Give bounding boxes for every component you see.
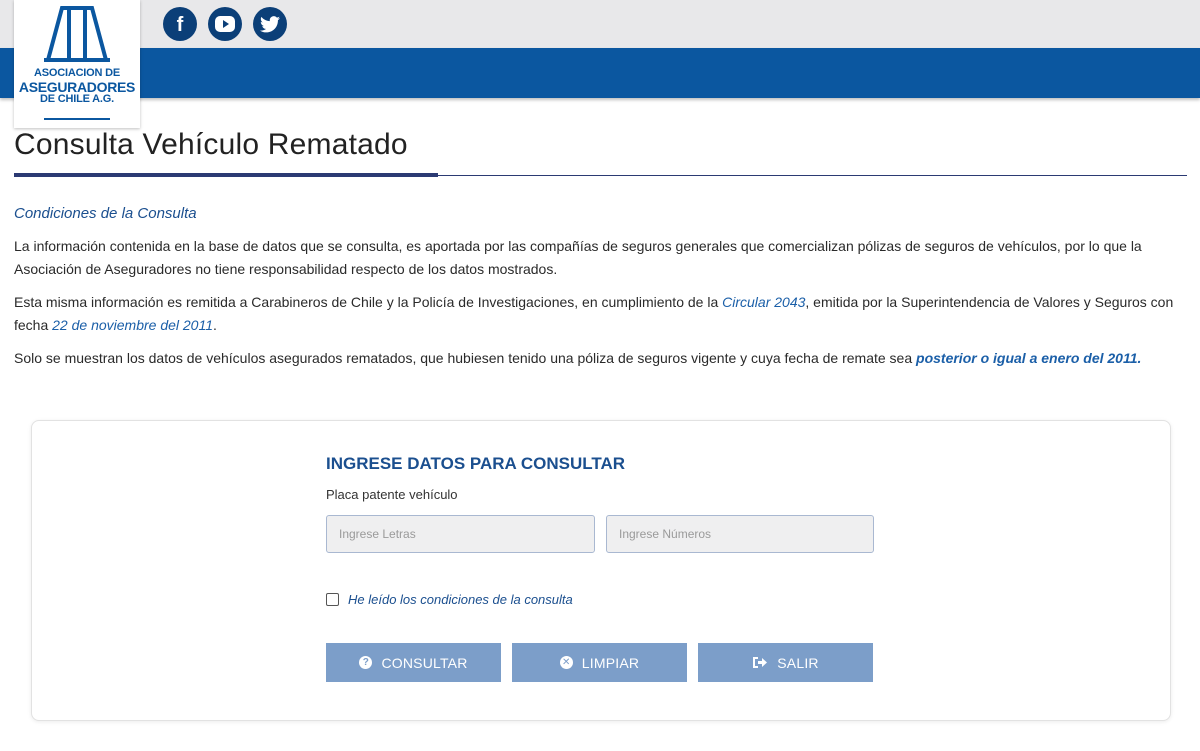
logo-emblem-icon: [44, 6, 110, 62]
logo-line-2: ASEGURADORES: [18, 78, 136, 95]
logo-line-1: ASOCIACION DE: [33, 67, 121, 79]
logo-text: ASOCIACION DE ASEGURADORES DE CHILE A.G.: [14, 67, 140, 106]
conditions-paragraph-3: Solo se muestran los datos de vehículos …: [14, 347, 1174, 370]
para2-text-a: Esta misma información es remitida a Car…: [14, 294, 723, 310]
consultar-button[interactable]: ? CONSULTAR: [326, 643, 501, 682]
close-circle-icon: ✕: [559, 656, 573, 669]
para3-text-c: .: [1137, 350, 1142, 366]
form-heading: INGRESE DATOS PARA CONSULTAR: [326, 454, 626, 473]
salir-button[interactable]: SALIR: [698, 643, 873, 682]
question-circle-icon: ?: [359, 656, 373, 669]
plate-numbers-input[interactable]: [606, 515, 874, 553]
facebook-icon[interactable]: f: [163, 7, 197, 41]
twitter-icon[interactable]: [253, 7, 287, 41]
plate-label: Placa patente vehículo: [326, 487, 458, 502]
conditions-checkbox-row[interactable]: He leído los condiciones de la consulta: [326, 592, 573, 607]
limpiar-button[interactable]: ✕ LIMPIAR: [512, 643, 687, 682]
date-link: 22 de noviembre del 2011: [52, 317, 213, 333]
header-blue-bar: [0, 48, 1200, 98]
salir-label: SALIR: [777, 654, 819, 671]
conditions-paragraph-2: Esta misma información es remitida a Car…: [14, 291, 1174, 337]
conditions-checkbox[interactable]: [326, 593, 339, 606]
para3-text-a: Solo se muestran los datos de vehículos …: [14, 350, 917, 366]
logo-underline: [44, 118, 110, 120]
sign-out-icon: [752, 656, 768, 669]
para2-text-c: .: [213, 317, 217, 333]
conditions-checkbox-label[interactable]: He leído los condiciones de la consulta: [348, 592, 573, 607]
conditions-heading: Condiciones de la Consulta: [14, 205, 197, 222]
site-logo[interactable]: ASOCIACION DE ASEGURADORES DE CHILE A.G.: [14, 0, 140, 128]
consultar-label: CONSULTAR: [381, 654, 468, 671]
date-range-highlight: posterior o igual a enero del 2011: [916, 350, 1138, 366]
page-title: Consulta Vehículo Rematado: [14, 128, 408, 161]
circular-link[interactable]: Circular 2043: [722, 294, 805, 310]
title-underline-accent: [14, 173, 438, 177]
logo-line-3: DE CHILE A.G.: [40, 93, 114, 106]
limpiar-label: LIMPIAR: [581, 654, 640, 671]
conditions-paragraph-1: La información contenida en la base de d…: [14, 238, 1142, 277]
plate-letters-input[interactable]: [326, 515, 595, 553]
youtube-icon[interactable]: [208, 7, 242, 41]
